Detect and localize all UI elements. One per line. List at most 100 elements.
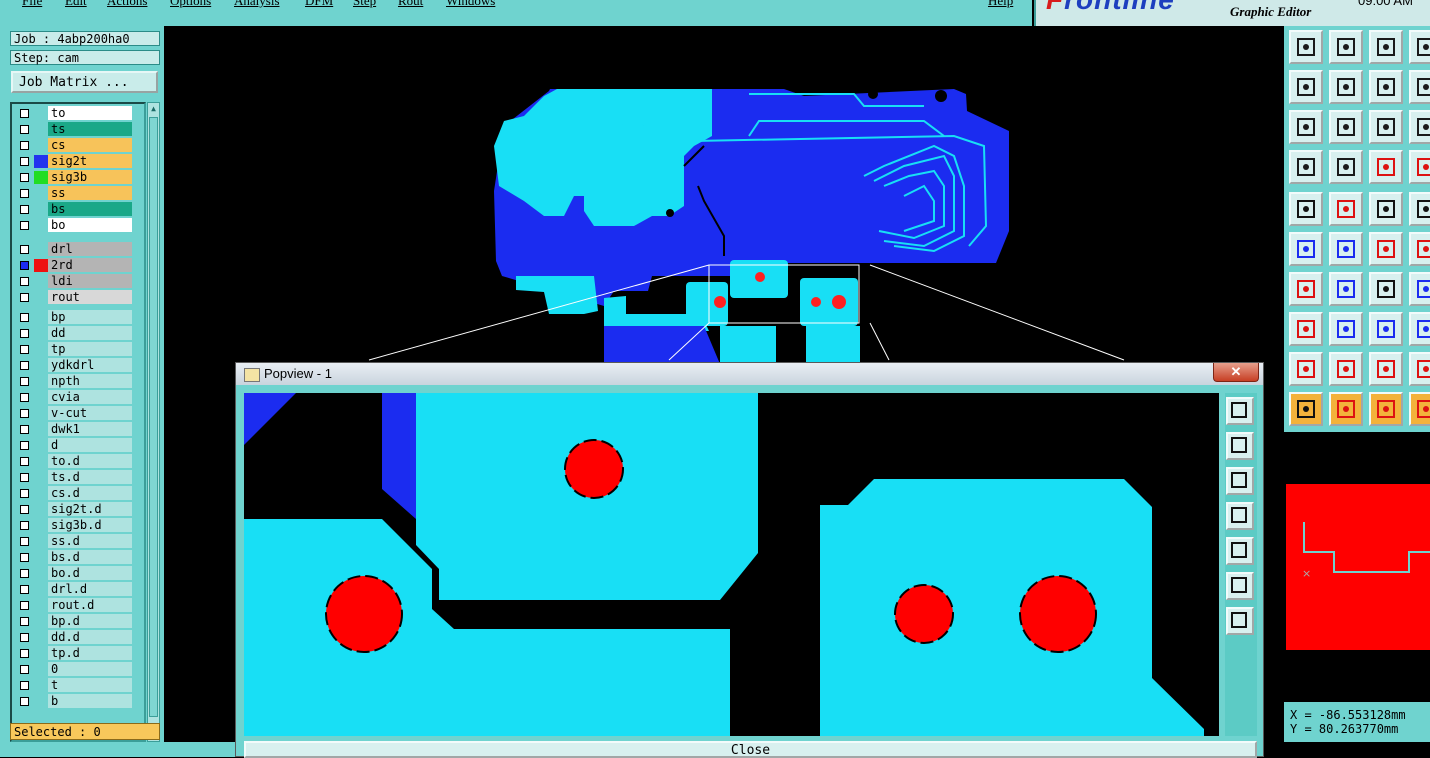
layer-name[interactable]: ss.d: [48, 534, 132, 548]
panel-icon[interactable]: [1409, 30, 1430, 64]
home-icon[interactable]: [1369, 30, 1403, 64]
popview-close-icon[interactable]: ✕: [1213, 363, 1259, 382]
overview-minimap[interactable]: ×: [1284, 432, 1430, 702]
settings-icon[interactable]: [1289, 150, 1323, 184]
layer-checkbox[interactable]: [20, 141, 29, 150]
layer-row-cs[interactable]: cs: [12, 138, 144, 153]
snap-icon[interactable]: [1369, 150, 1403, 184]
layer-name[interactable]: drl: [48, 242, 132, 256]
layer-name[interactable]: npth: [48, 374, 132, 388]
layer-row-sig3b.d[interactable]: sig3b.d: [12, 518, 144, 533]
layer-checkbox[interactable]: [20, 697, 29, 706]
layer-row-d[interactable]: d: [12, 438, 144, 453]
pad-icon[interactable]: [1289, 192, 1323, 226]
connect-icon[interactable]: [1369, 232, 1403, 266]
connect-alt-icon[interactable]: [1409, 232, 1430, 266]
menu-file[interactable]: File: [22, 0, 42, 9]
arc-icon[interactable]: [1369, 352, 1403, 386]
layer-row-dwk1[interactable]: dwk1: [12, 422, 144, 437]
layer-checkbox[interactable]: [20, 157, 29, 166]
layer-row-to.d[interactable]: to.d: [12, 454, 144, 469]
layer-row-bp.d[interactable]: bp.d: [12, 614, 144, 629]
menu-rout[interactable]: Rout: [398, 0, 423, 9]
layer-checkbox[interactable]: [20, 537, 29, 546]
scroll-up-icon[interactable]: ▲: [149, 104, 158, 114]
layer-name[interactable]: tp.d: [48, 646, 132, 660]
layer-row-rout.d[interactable]: rout.d: [12, 598, 144, 613]
layer-row-dd.d[interactable]: dd.d: [12, 630, 144, 645]
layer-checkbox[interactable]: [20, 681, 29, 690]
layer-checkbox[interactable]: [20, 109, 29, 118]
layer-down-icon[interactable]: [1329, 30, 1363, 64]
layer-name[interactable]: sig3b: [48, 170, 132, 184]
menu-dfm[interactable]: DFM: [305, 0, 333, 9]
menu-help[interactable]: Help: [988, 0, 1013, 9]
layer-name[interactable]: t: [48, 678, 132, 692]
layer-name[interactable]: bo: [48, 218, 132, 232]
layer-scrollbar[interactable]: ▲ ▼: [147, 102, 160, 742]
layer-name[interactable]: to: [48, 106, 132, 120]
layer-name[interactable]: ydkdrl: [48, 358, 132, 372]
layer-name[interactable]: dd: [48, 326, 132, 340]
layer-checkbox[interactable]: [20, 173, 29, 182]
pan-left-icon[interactable]: [1226, 502, 1254, 530]
layer-checkbox[interactable]: [20, 441, 29, 450]
layer-name[interactable]: 2rd: [48, 258, 132, 272]
help-icon[interactable]: [1409, 110, 1430, 144]
layer-name[interactable]: sig2t.d: [48, 502, 132, 516]
layer-checkbox[interactable]: [20, 313, 29, 322]
layer-name[interactable]: bp.d: [48, 614, 132, 628]
menu-actions[interactable]: Actions: [107, 0, 147, 9]
layer-checkbox[interactable]: [20, 345, 29, 354]
layer-checkbox[interactable]: [20, 125, 29, 134]
scroll-thumb[interactable]: [149, 117, 158, 717]
fit-icon[interactable]: [1226, 572, 1254, 600]
zoom-in-icon[interactable]: [1226, 397, 1254, 425]
layer-name[interactable]: rout.d: [48, 598, 132, 612]
layer-row-cs.d[interactable]: cs.d: [12, 486, 144, 501]
job-matrix-button[interactable]: Job Matrix ...: [11, 71, 158, 93]
measure-icon[interactable]: [1369, 192, 1403, 226]
layer-row-dd[interactable]: dd: [12, 326, 144, 341]
angle-icon[interactable]: [1289, 272, 1323, 306]
center-icon[interactable]: [1226, 607, 1254, 635]
layer-checkbox[interactable]: [20, 245, 29, 254]
layer-checkbox[interactable]: [20, 205, 29, 214]
outline-icon[interactable]: [1329, 192, 1363, 226]
select-icon[interactable]: [1289, 392, 1323, 426]
layer-name[interactable]: ss: [48, 186, 132, 200]
layer-down-icon[interactable]: [1226, 467, 1254, 495]
layer-checkbox[interactable]: [20, 633, 29, 642]
layer-checkbox[interactable]: [20, 521, 29, 530]
drill-icon[interactable]: [1409, 192, 1430, 226]
layer-name[interactable]: tp: [48, 342, 132, 356]
layer-row-ts[interactable]: ts: [12, 122, 144, 137]
layer-name[interactable]: sig2t: [48, 154, 132, 168]
move-right-icon[interactable]: [1329, 70, 1363, 104]
layer-row-ss[interactable]: ss: [12, 186, 144, 201]
layer-row-bp[interactable]: bp: [12, 310, 144, 325]
menu-windows[interactable]: Windows: [446, 0, 495, 9]
layer-row-cvia[interactable]: cvia: [12, 390, 144, 405]
layer-checkbox[interactable]: [20, 585, 29, 594]
arrow-a-icon[interactable]: [1329, 352, 1363, 386]
layer-checkbox[interactable]: [20, 473, 29, 482]
layer-color-swatch[interactable]: [34, 171, 48, 184]
pan-right-icon[interactable]: [1226, 537, 1254, 565]
layer-checkbox[interactable]: [20, 221, 29, 230]
layer-row-0[interactable]: 0: [12, 662, 144, 677]
mirror-icon[interactable]: [1409, 272, 1430, 306]
layer-name[interactable]: drl.d: [48, 582, 132, 596]
dimension-icon[interactable]: [1369, 312, 1403, 346]
layer-checkbox[interactable]: [20, 409, 29, 418]
snap-alt-icon[interactable]: [1409, 150, 1430, 184]
layer-checkbox[interactable]: [20, 553, 29, 562]
layer-color-swatch[interactable]: [34, 259, 48, 272]
layer-checkbox[interactable]: [20, 425, 29, 434]
layer-row-t[interactable]: t: [12, 678, 144, 693]
layer-name[interactable]: bs: [48, 202, 132, 216]
grid-icon[interactable]: [1329, 150, 1363, 184]
layer-checkbox[interactable]: [20, 329, 29, 338]
menu-analysis[interactable]: Analysis: [234, 0, 280, 9]
layer-name[interactable]: bo.d: [48, 566, 132, 580]
